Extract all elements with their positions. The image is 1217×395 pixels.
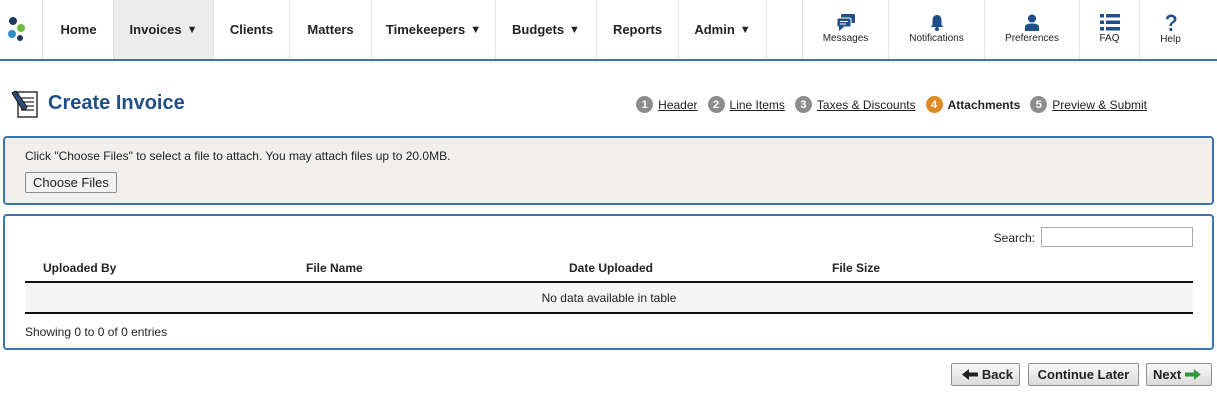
nav-budgets-label: Budgets: [512, 22, 565, 37]
step-attachments: 4 Attachments: [925, 96, 1021, 113]
brand-logo[interactable]: [0, 0, 43, 59]
arrow-left-icon: [962, 369, 978, 380]
column-uploaded-by[interactable]: Uploaded By: [43, 261, 116, 275]
step-label: Preview & Submit: [1052, 97, 1147, 112]
step-header[interactable]: 1 Header: [636, 96, 698, 113]
nav-help[interactable]: Help: [1139, 0, 1201, 59]
step-number: 1: [636, 96, 654, 113]
step-line-items[interactable]: 2 Line Items: [707, 96, 785, 113]
step-label: Attachments: [947, 97, 1021, 112]
nav-messages-label: Messages: [822, 33, 869, 44]
nav-clients[interactable]: Clients: [214, 0, 290, 59]
nav-home-label: Home: [60, 22, 97, 37]
continue-later-button[interactable]: Continue Later: [1028, 363, 1139, 386]
question-icon: [1165, 14, 1176, 31]
nav-preferences-label: Preferences: [1005, 33, 1059, 44]
step-number: 2: [707, 96, 725, 113]
nav-messages[interactable]: Messages: [802, 0, 888, 59]
chevron-down-icon: ▼: [739, 23, 751, 36]
nav-matters[interactable]: Matters: [290, 0, 372, 59]
search-input[interactable]: [1041, 227, 1193, 247]
bell-icon: [930, 15, 943, 31]
step-label: Header: [658, 97, 698, 112]
nav-help-label: Help: [1160, 34, 1181, 45]
choose-files-button[interactable]: Choose Files: [25, 172, 117, 193]
continue-later-label: Continue Later: [1037, 367, 1130, 382]
brand-logo-icon: [8, 17, 25, 41]
chevron-down-icon: ▼: [470, 23, 482, 36]
upload-instructions: Click "Choose Files" to select a file to…: [25, 149, 451, 163]
step-taxes-discounts[interactable]: 3 Taxes & Discounts: [794, 96, 916, 113]
nav-home[interactable]: Home: [44, 0, 114, 59]
nav-budgets[interactable]: Budgets ▼: [496, 0, 597, 59]
arrow-right-icon: [1185, 369, 1201, 380]
nav-invoices-label: Invoices: [129, 22, 182, 37]
nav-timekeepers[interactable]: Timekeepers ▼: [372, 0, 496, 59]
nav-clients-label: Clients: [229, 22, 274, 37]
list-icon: [1099, 14, 1120, 31]
nav-notifications[interactable]: Notifications: [888, 0, 984, 59]
step-label: Taxes & Discounts: [816, 97, 916, 112]
table-header: Uploaded By File Name Date Uploaded File…: [25, 252, 1193, 283]
step-preview-submit[interactable]: 5 Preview & Submit: [1030, 96, 1147, 113]
wizard-steps: 1 Header 2 Line Items 3 Taxes & Discount…: [626, 96, 1147, 113]
nav-preferences[interactable]: Preferences: [984, 0, 1079, 59]
nav-faq-label: FAQ: [1099, 33, 1120, 44]
column-file-name[interactable]: File Name: [306, 261, 363, 275]
back-button-label: Back: [981, 367, 1013, 382]
nav-notifications-label: Notifications: [909, 33, 964, 44]
nav-faq[interactable]: FAQ: [1079, 0, 1139, 59]
step-number: 3: [794, 96, 812, 113]
search-label: Search:: [993, 231, 1035, 245]
chevron-down-icon: ▼: [569, 23, 580, 36]
back-button[interactable]: Back: [951, 363, 1020, 386]
empty-table-message: No data available in table: [541, 290, 677, 305]
page-title: Create Invoice: [48, 92, 185, 114]
column-file-size[interactable]: File Size: [832, 261, 880, 275]
attachments-table-panel: Search: Uploaded By File Name Date Uploa…: [3, 214, 1214, 350]
step-number: 4: [925, 96, 943, 113]
step-label: Line Items: [729, 97, 785, 112]
table-empty-row: No data available in table: [25, 283, 1193, 314]
nav-matters-label: Matters: [307, 22, 354, 37]
next-button[interactable]: Next: [1146, 363, 1212, 386]
chevron-down-icon: ▼: [186, 23, 198, 36]
top-nav: Home Invoices ▼ Clients Matters Timekeep…: [0, 0, 1217, 61]
messages-icon: [836, 14, 855, 31]
nav-reports[interactable]: Reports: [597, 0, 679, 59]
upload-panel: Click "Choose Files" to select a file to…: [3, 136, 1214, 205]
table-entries-info: Showing 0 to 0 of 0 entries: [25, 325, 168, 339]
title-bar: Create Invoice 1 Header 2 Line Items 3 T…: [0, 86, 1217, 122]
nav-admin[interactable]: Admin ▼: [679, 0, 767, 59]
step-number: 5: [1030, 96, 1048, 113]
next-button-label: Next: [1153, 367, 1182, 382]
user-icon: [1025, 14, 1039, 31]
nav-timekeepers-label: Timekeepers: [385, 22, 466, 37]
nav-admin-label: Admin: [694, 22, 735, 37]
nav-reports-label: Reports: [612, 22, 663, 37]
nav-invoices[interactable]: Invoices ▼: [114, 0, 214, 59]
column-date-uploaded[interactable]: Date Uploaded: [569, 261, 653, 275]
invoice-edit-icon: [11, 90, 38, 118]
